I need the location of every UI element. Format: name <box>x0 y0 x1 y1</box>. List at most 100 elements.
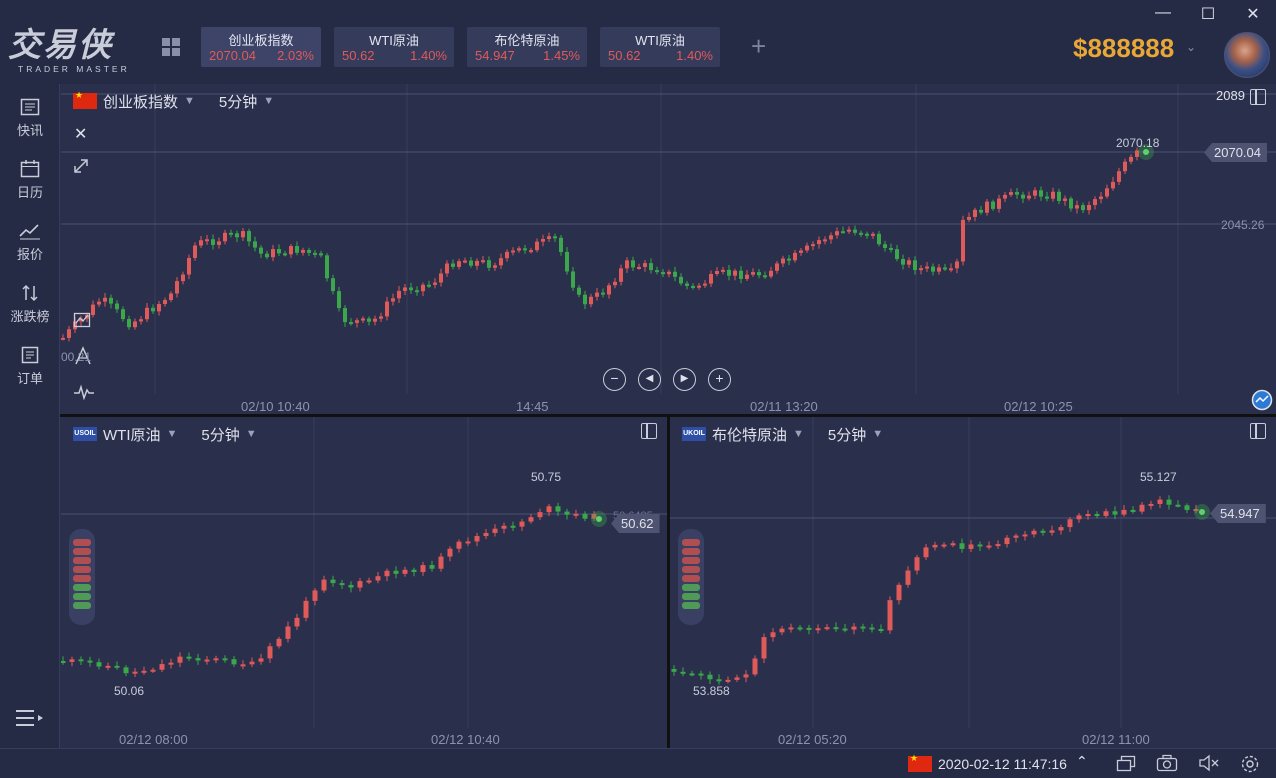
candle <box>715 271 719 275</box>
chevron-up-icon[interactable]: ⌃ <box>1076 753 1088 770</box>
calendar-icon <box>20 160 40 178</box>
candle <box>1184 505 1190 510</box>
chart-settings-icon[interactable] <box>1250 423 1266 439</box>
candle <box>384 570 390 577</box>
maximize-icon[interactable]: ☐ <box>1193 4 1223 24</box>
brent-chart-panel[interactable]: UKOIL 布伦特原油 ▼ 5分钟 ▼ 02/12 05:20 02/12 11… <box>670 417 1276 748</box>
zoom-out-button[interactable]: − <box>603 368 626 391</box>
jump-end-button[interactable]: ▶ <box>673 368 696 391</box>
candle <box>823 239 827 242</box>
candle <box>613 281 617 286</box>
wti-chart-canvas[interactable] <box>61 417 667 748</box>
candle <box>1004 537 1010 545</box>
brent-chart-canvas[interactable] <box>670 417 1276 748</box>
minimize-icon[interactable]: — <box>1148 4 1178 22</box>
chevron-down-icon[interactable]: ▼ <box>184 95 195 107</box>
avatar[interactable] <box>1224 32 1270 78</box>
candle <box>763 275 767 278</box>
close-icon[interactable]: ✕ <box>74 124 87 144</box>
china-flag-icon[interactable] <box>908 753 932 772</box>
indicator-icon[interactable] <box>73 310 93 328</box>
chevron-down-icon[interactable]: ▼ <box>263 95 274 107</box>
add-ticker-icon[interactable]: + <box>751 32 766 60</box>
candle <box>577 287 581 295</box>
ticker-card[interactable]: WTI原油 50.62 1.40% <box>334 27 454 67</box>
chart-nav-controls: − ◀ ▶ + <box>603 368 731 391</box>
candle <box>289 246 293 255</box>
candle <box>511 250 515 253</box>
candle <box>841 231 845 234</box>
candle <box>457 261 461 267</box>
candle <box>967 216 971 220</box>
candle <box>247 231 251 242</box>
candle <box>734 677 740 680</box>
sidebar-item-quotes[interactable]: 报价 <box>0 222 60 263</box>
main-chart-canvas[interactable] <box>61 84 1276 414</box>
sidebar-item-orders[interactable]: 订单 <box>0 346 60 387</box>
pulse-icon[interactable] <box>73 384 95 400</box>
chevron-down-icon[interactable]: ⌄ <box>1186 40 1196 54</box>
ticker-card[interactable]: 布伦特原油 54.947 1.45% <box>467 27 587 67</box>
wti-chart-panel[interactable]: USOIL WTI原油 ▼ 5分钟 ▼ 02/12 08:00 02/12 10… <box>61 417 667 748</box>
settings-gear-icon[interactable] <box>1240 754 1260 774</box>
close-icon[interactable]: ✕ <box>1238 4 1268 24</box>
sidebar-item-news[interactable]: 快讯 <box>0 98 60 139</box>
chart-timeframe[interactable]: 5分钟 <box>219 91 257 112</box>
candle <box>878 629 884 632</box>
chevron-down-icon[interactable]: ▼ <box>793 428 804 440</box>
chevron-down-icon[interactable]: ▼ <box>246 428 257 440</box>
sidebar-item-movers[interactable]: 涨跌榜 <box>0 284 60 325</box>
mute-icon[interactable] <box>1198 754 1220 772</box>
jump-start-button[interactable]: ◀ <box>638 368 661 391</box>
menu-icon[interactable] <box>14 708 46 730</box>
chart-timeframe[interactable]: 5分钟 <box>828 424 866 445</box>
candle <box>1067 519 1073 528</box>
candle <box>950 543 956 546</box>
candle <box>871 233 875 236</box>
expand-icon[interactable] <box>73 158 89 174</box>
candle <box>643 263 647 267</box>
chart-settings-icon[interactable] <box>1250 89 1266 105</box>
chart-timeframe[interactable]: 5分钟 <box>201 424 239 445</box>
chart-symbol[interactable]: 创业板指数 <box>103 91 178 112</box>
main-chart-panel[interactable]: 创业板指数 ▼ 5分钟 ▼ ✕ 00.21 02/10 10:40 14:45 … <box>61 84 1276 414</box>
candle <box>204 659 210 662</box>
candle <box>375 576 381 581</box>
sidebar-item-calendar[interactable]: 日历 <box>0 160 60 201</box>
candle <box>420 565 426 573</box>
candle <box>565 251 569 272</box>
candle <box>535 241 539 251</box>
symbol-badge: UKOIL <box>682 427 706 441</box>
sidebar-item-label: 报价 <box>16 247 43 262</box>
chart-symbol[interactable]: WTI原油 <box>103 424 161 445</box>
candle <box>1009 192 1013 195</box>
candle <box>725 679 731 682</box>
candle <box>997 198 1001 209</box>
candle <box>163 300 167 305</box>
ticker-card[interactable]: 创业板指数 2070.04 2.03% <box>201 27 321 67</box>
sentiment-gauge <box>69 529 95 625</box>
candle <box>752 658 758 675</box>
chart-settings-icon[interactable] <box>641 423 657 439</box>
sidebar-item-label: 涨跌榜 <box>10 309 50 324</box>
candle <box>157 304 161 312</box>
camera-icon[interactable] <box>1156 754 1178 772</box>
grid-icon[interactable] <box>162 38 180 56</box>
last-price-tag: 50.62 <box>611 514 660 533</box>
candle <box>295 246 299 253</box>
chevron-down-icon[interactable]: ▼ <box>167 428 178 440</box>
chart-symbol[interactable]: 布伦特原油 <box>712 424 787 445</box>
candle <box>932 544 938 548</box>
candle <box>1039 190 1043 197</box>
candle <box>977 544 983 547</box>
zoom-in-button[interactable]: + <box>708 368 731 391</box>
candle <box>1105 188 1109 197</box>
candle <box>69 659 75 662</box>
windows-icon[interactable] <box>1116 754 1136 772</box>
last-price-tag: 54.947 <box>1210 504 1266 523</box>
chevron-down-icon[interactable]: ▼ <box>872 428 883 440</box>
candle <box>1129 156 1133 162</box>
account-balance[interactable]: $888888 <box>1073 33 1174 63</box>
realtime-indicator-icon[interactable] <box>1251 389 1273 411</box>
ticker-card[interactable]: WTI原油 50.62 1.40% <box>600 27 720 67</box>
